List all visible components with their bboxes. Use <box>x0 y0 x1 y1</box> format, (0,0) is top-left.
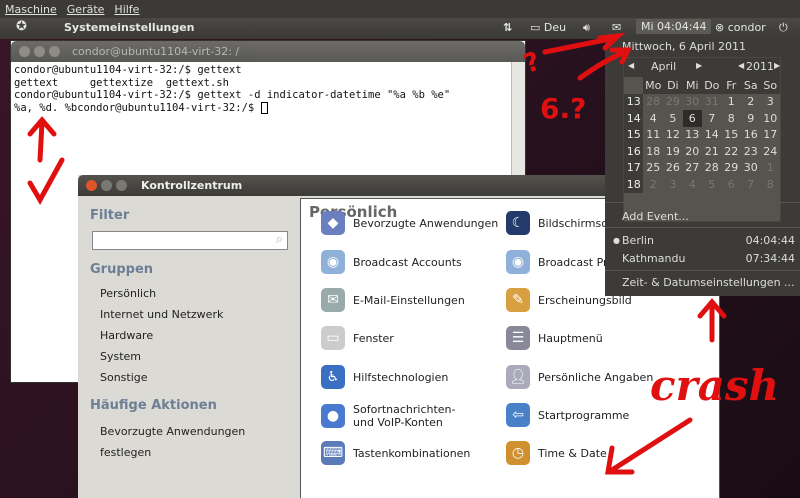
annotation-question-2: 6.? <box>540 92 586 125</box>
annotation-crash: crash <box>650 361 779 410</box>
annotation-question-1: ? <box>520 47 544 80</box>
arrow-up-terminal <box>27 116 57 163</box>
arrow-to-time-date <box>605 417 693 475</box>
arrow-up-settings <box>697 298 727 343</box>
red-annotations: ? 6.? crash <box>27 32 779 475</box>
arrow-to-date <box>577 47 633 81</box>
checkmark <box>27 157 65 206</box>
arrow-to-clock <box>542 32 626 55</box>
